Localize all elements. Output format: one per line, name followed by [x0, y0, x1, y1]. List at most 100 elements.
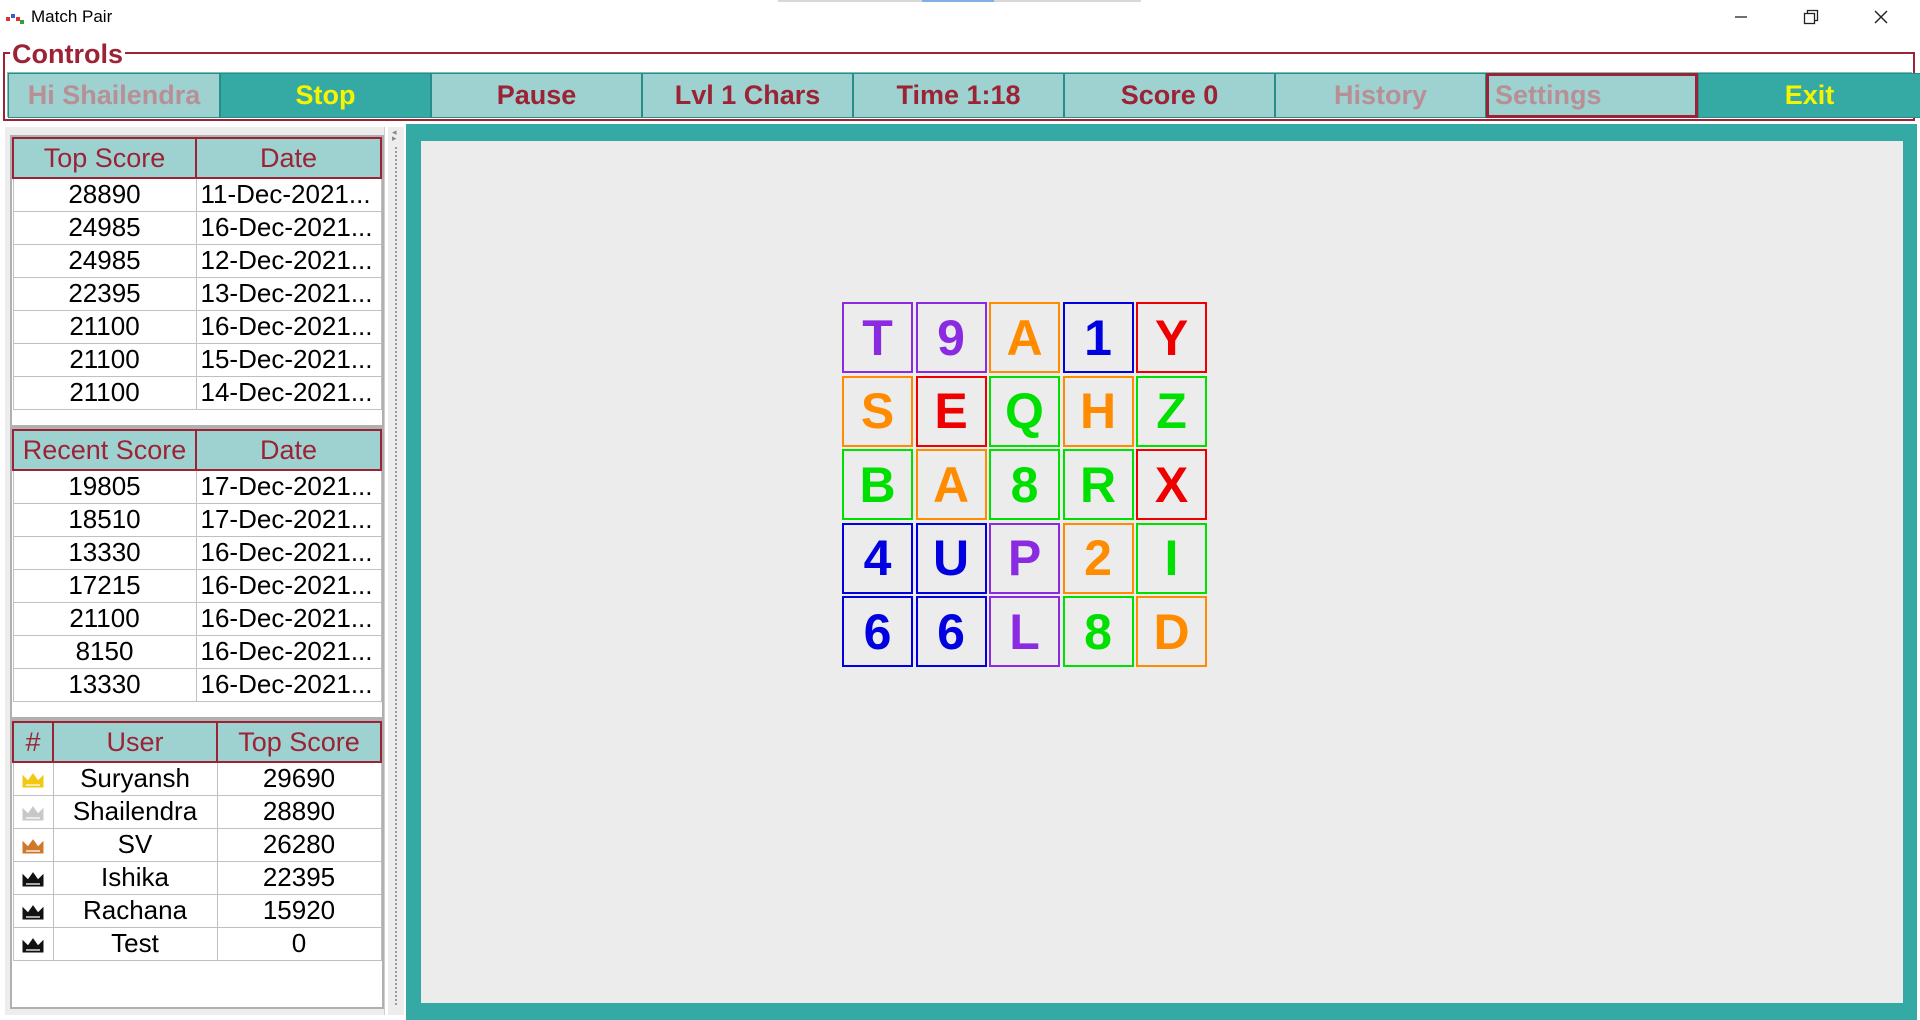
card-tile[interactable]: 9	[915, 302, 987, 373]
game-board: T9A1YSEQHZBA8RX4UP2I66L8D	[406, 124, 1917, 1020]
card-tile[interactable]: 6	[915, 596, 987, 667]
panel-splitter[interactable]: ◂ ▸	[388, 127, 404, 1015]
history-button[interactable]: History	[1275, 73, 1486, 118]
card-tile[interactable]: A	[989, 302, 1060, 373]
card-tile[interactable]: D	[1136, 596, 1207, 667]
exit-button[interactable]: Exit	[1698, 73, 1920, 118]
score-cell: 13330	[12, 535, 197, 570]
card-tile[interactable]: 6	[842, 596, 913, 667]
card-tile[interactable]: P	[989, 522, 1060, 594]
leaderboard-table: # User Top Score Suryansh 29690 Shailendra…	[12, 721, 382, 961]
card-tile[interactable]: B	[842, 449, 913, 520]
table-row[interactable]: 18510 17-Dec-2021...	[12, 502, 382, 537]
table-row[interactable]: 21100 14-Dec-2021...	[12, 375, 382, 410]
card-tile[interactable]: Q	[989, 375, 1060, 447]
timer-button[interactable]: Time 1:18	[853, 73, 1064, 118]
date-cell: 16-Dec-2021...	[195, 634, 382, 669]
card-tile[interactable]: L	[989, 596, 1060, 667]
black-crown-icon	[22, 938, 44, 953]
splitter-line	[395, 147, 397, 1007]
pause-button[interactable]: Pause	[431, 73, 642, 118]
table-row[interactable]: 17215 16-Dec-2021...	[12, 568, 382, 603]
date-cell: 16-Dec-2021...	[195, 667, 382, 702]
black-crown-icon	[22, 905, 44, 920]
leaderboard-row[interactable]: Suryansh 29690	[12, 761, 382, 796]
recent-score-column-header[interactable]: Recent Score	[12, 429, 197, 471]
recent-date-column-header[interactable]: Date	[195, 429, 382, 471]
table-row[interactable]: 22395 13-Dec-2021...	[12, 276, 382, 311]
top-scores-table: Top Score Date 28890 11-Dec-2021... 24985…	[12, 137, 382, 410]
controls-toolbar: Hi Shailendra Stop Pause Lvl 1 Chars Tim…	[7, 72, 1920, 118]
table-row[interactable]: 21100 16-Dec-2021...	[12, 601, 382, 636]
card-tile[interactable]: A	[915, 449, 987, 520]
card-tile[interactable]: R	[1062, 449, 1134, 520]
minimize-button[interactable]	[1706, 0, 1776, 34]
card-tile[interactable]: E	[915, 375, 987, 447]
user-column-header[interactable]: User	[52, 721, 218, 763]
top-score-column-header[interactable]: Top Score	[12, 137, 197, 179]
level-button[interactable]: Lvl 1 Chars	[642, 73, 853, 118]
settings-label: Settings	[1495, 80, 1602, 110]
card-tile[interactable]: U	[915, 522, 987, 594]
card-tile[interactable]: T	[842, 302, 913, 373]
top-scores-header-row: Top Score Date	[12, 137, 382, 179]
rank-cell	[12, 794, 54, 829]
settings-button[interactable]: Settings	[1486, 73, 1698, 118]
leaderboard-row[interactable]: Shailendra 28890	[12, 794, 382, 829]
card-tile[interactable]: 2	[1062, 522, 1134, 594]
close-button[interactable]	[1846, 0, 1916, 34]
card-tile[interactable]: Z	[1136, 375, 1207, 447]
leaderboard-row[interactable]: Test 0	[12, 926, 382, 961]
card-tile[interactable]: H	[1062, 375, 1134, 447]
score-cell: 13330	[12, 667, 197, 702]
date-cell: 16-Dec-2021...	[195, 309, 382, 344]
leader-score-cell: 0	[216, 926, 382, 961]
score-cell: 19805	[12, 469, 197, 504]
stop-button[interactable]: Stop	[220, 73, 431, 118]
table-row[interactable]: 13330 16-Dec-2021...	[12, 535, 382, 570]
card-tile[interactable]: 8	[1062, 596, 1134, 667]
table-row[interactable]: 24985 12-Dec-2021...	[12, 243, 382, 278]
leaderboard-row[interactable]: Rachana 15920	[12, 893, 382, 928]
leaderboard-row[interactable]: Ishika 22395	[12, 860, 382, 895]
user-cell: Ishika	[52, 860, 218, 895]
window-titlebar: Match Pair	[0, 0, 1920, 34]
card-tile[interactable]: 4	[842, 522, 913, 594]
date-cell: 16-Dec-2021...	[195, 210, 382, 245]
card-tile[interactable]: Y	[1136, 302, 1207, 373]
table-row[interactable]: 24985 16-Dec-2021...	[12, 210, 382, 245]
rank-cell	[12, 860, 54, 895]
table-row[interactable]: 21100 15-Dec-2021...	[12, 342, 382, 377]
top-scores-grid[interactable]: Top Score Date 28890 11-Dec-2021... 24985…	[10, 135, 384, 427]
leader-score-cell: 15920	[216, 893, 382, 928]
leaderboard-row[interactable]: SV 26280	[12, 827, 382, 862]
card-tile[interactable]: 1	[1062, 302, 1134, 373]
table-row[interactable]: 28890 11-Dec-2021...	[12, 177, 382, 212]
card-tile[interactable]: I	[1136, 522, 1207, 594]
leader-score-cell: 22395	[216, 860, 382, 895]
score-cell: 17215	[12, 568, 197, 603]
user-cell: Shailendra	[52, 794, 218, 829]
leaderboard-grid[interactable]: # User Top Score Suryansh 29690 Shailendra…	[10, 719, 384, 1009]
silver-crown-icon	[22, 806, 44, 821]
card-tile[interactable]: 8	[989, 449, 1060, 520]
table-row[interactable]: 13330 16-Dec-2021...	[12, 667, 382, 702]
rank-column-header[interactable]: #	[12, 721, 54, 763]
restore-button[interactable]	[1776, 0, 1846, 34]
leader-score-column-header[interactable]: Top Score	[216, 721, 382, 763]
recent-scores-grid[interactable]: Recent Score Date 19805 17-Dec-2021... 18…	[10, 427, 384, 719]
card-tile[interactable]: S	[842, 375, 913, 447]
table-row[interactable]: 8150 16-Dec-2021...	[12, 634, 382, 669]
card-tile[interactable]: X	[1136, 449, 1207, 520]
date-cell: 16-Dec-2021...	[195, 535, 382, 570]
top-date-column-header[interactable]: Date	[195, 137, 382, 179]
date-cell: 16-Dec-2021...	[195, 568, 382, 603]
score-button[interactable]: Score 0	[1064, 73, 1275, 118]
close-icon	[1874, 10, 1888, 24]
window-title: Match Pair	[31, 7, 113, 26]
table-row[interactable]: 19805 17-Dec-2021...	[12, 469, 382, 504]
rank-cell	[12, 827, 54, 862]
greeting-button[interactable]: Hi Shailendra	[8, 73, 220, 118]
score-cell: 21100	[12, 375, 197, 410]
table-row[interactable]: 21100 16-Dec-2021...	[12, 309, 382, 344]
